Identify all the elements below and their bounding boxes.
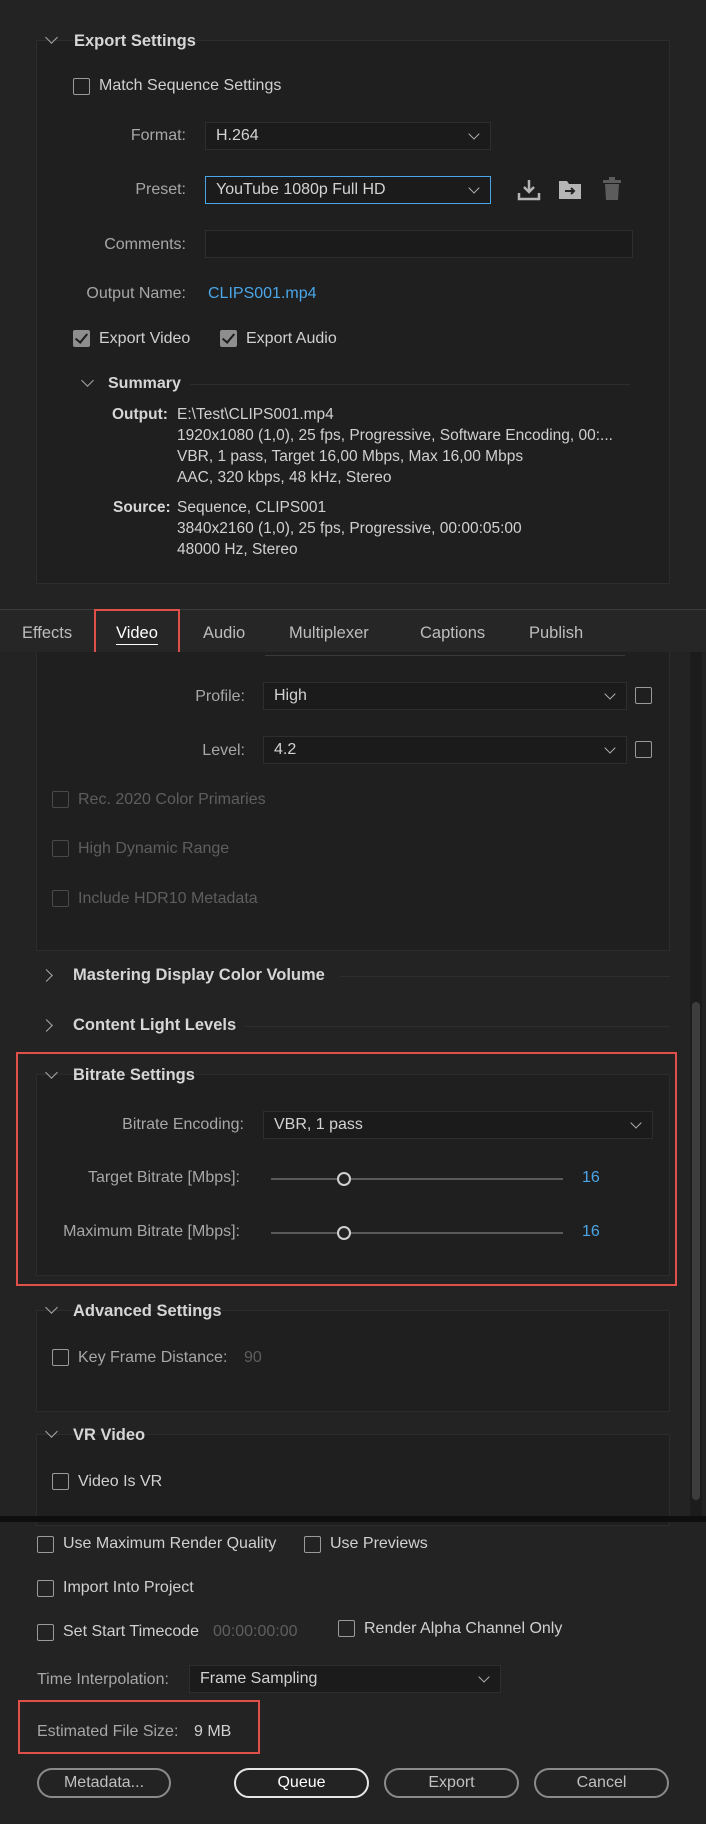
time-interpolation-label: Time Interpolation:	[37, 1671, 169, 1688]
level-value: 4.2	[274, 741, 297, 758]
import-project-label: Import Into Project	[63, 1579, 194, 1596]
content-light-divider	[245, 1026, 670, 1027]
queue-button[interactable]: Queue	[234, 1768, 369, 1798]
export-video-checkbox[interactable]	[73, 330, 90, 347]
alpha-only-label: Render Alpha Channel Only	[364, 1620, 563, 1637]
format-dropdown[interactable]: H.264	[205, 122, 491, 150]
time-interpolation-value: Frame Sampling	[200, 1670, 318, 1687]
export-video-label: Export Video	[99, 330, 191, 347]
video-panel-edge	[265, 655, 625, 656]
mastering-header[interactable]: Mastering Display Color Volume	[73, 966, 325, 985]
level-dropdown[interactable]: 4.2	[263, 736, 627, 764]
file-size-highlight	[18, 1700, 260, 1754]
use-previews-checkbox[interactable]	[304, 1536, 321, 1553]
comments-label: Comments:	[104, 236, 186, 253]
preset-label: Preset:	[135, 181, 186, 198]
match-sequence-checkbox[interactable]	[73, 78, 90, 95]
tab-multiplexer[interactable]: Multiplexer	[289, 624, 369, 643]
video-is-vr-label: Video Is VR	[78, 1473, 163, 1490]
chevron-down-icon	[478, 1671, 490, 1683]
key-frame-label: Key Frame Distance:	[78, 1349, 228, 1366]
chevron-down-icon	[468, 182, 480, 194]
export-settings-header[interactable]: Export Settings	[74, 32, 196, 51]
hdr10-label: Include HDR10 Metadata	[78, 890, 258, 907]
use-previews-label: Use Previews	[330, 1535, 428, 1552]
video-is-vr-checkbox[interactable]	[52, 1473, 69, 1490]
chevron-down-icon	[604, 742, 616, 754]
summary-output-line: AAC, 320 kbps, 48 kHz, Stereo	[177, 469, 392, 486]
preset-value: YouTube 1080p Full HD	[216, 181, 386, 198]
alpha-only-checkbox[interactable]	[338, 1620, 355, 1637]
key-frame-value[interactable]: 90	[244, 1349, 262, 1367]
content-light-chevron-icon[interactable]	[40, 1019, 53, 1032]
max-render-checkbox[interactable]	[37, 1536, 54, 1553]
format-label: Format:	[130, 127, 186, 144]
summary-source-line: Sequence, CLIPS001	[177, 499, 327, 516]
summary-divider	[190, 384, 630, 385]
profile-label: Profile:	[195, 688, 245, 705]
time-interpolation-dropdown[interactable]: Frame Sampling	[189, 1665, 501, 1693]
import-project-checkbox[interactable]	[37, 1580, 54, 1597]
hdr-checkbox	[52, 840, 69, 857]
mastering-chevron-icon[interactable]	[40, 969, 53, 982]
max-render-label: Use Maximum Render Quality	[63, 1535, 277, 1552]
start-timecode-label: Set Start Timecode	[63, 1623, 200, 1640]
format-value: H.264	[216, 127, 259, 144]
match-sequence-label: Match Sequence Settings	[99, 77, 282, 94]
profile-dropdown[interactable]: High	[263, 682, 627, 710]
summary-source-line: 48000 Hz, Stereo	[177, 541, 298, 558]
summary-output-line: 1920x1080 (1,0), 25 fps, Progressive, So…	[177, 427, 613, 444]
cancel-button[interactable]: Cancel	[534, 1768, 669, 1798]
summary-output-line: VBR, 1 pass, Target 16,00 Mbps, Max 16,0…	[177, 448, 524, 465]
start-timecode-checkbox[interactable]	[37, 1624, 54, 1641]
content-light-header[interactable]: Content Light Levels	[73, 1016, 236, 1035]
summary-source-line: 3840x2160 (1,0), 25 fps, Progressive, 00…	[177, 520, 522, 537]
summary-output-line: E:\Test\CLIPS001.mp4	[177, 406, 334, 423]
advanced-header[interactable]: Advanced Settings	[73, 1302, 222, 1321]
output-name-link[interactable]: CLIPS001.mp4	[208, 285, 317, 303]
chevron-down-icon	[604, 688, 616, 700]
scrollbar-thumb[interactable]	[692, 1002, 700, 1500]
export-audio-checkbox[interactable]	[220, 330, 237, 347]
level-label: Level:	[202, 742, 245, 759]
tab-publish[interactable]: Publish	[529, 624, 583, 643]
bitrate-highlight	[16, 1052, 677, 1286]
summary-header[interactable]: Summary	[108, 375, 181, 393]
summary-output-label: Output:	[112, 406, 168, 423]
tab-captions[interactable]: Captions	[420, 624, 485, 643]
import-preset-icon[interactable]	[516, 178, 542, 202]
level-match-checkbox[interactable]	[635, 741, 652, 758]
comments-input[interactable]	[205, 230, 633, 258]
rec2020-label: Rec. 2020 Color Primaries	[78, 791, 266, 808]
tab-audio[interactable]: Audio	[203, 624, 245, 643]
vr-header[interactable]: VR Video	[73, 1426, 145, 1445]
rec2020-checkbox	[52, 791, 69, 808]
save-preset-icon[interactable]	[556, 178, 584, 202]
chevron-down-icon	[468, 128, 480, 140]
tab-effects[interactable]: Effects	[22, 624, 72, 643]
bottom-divider	[0, 1516, 706, 1522]
start-timecode-value[interactable]: 00:00:00:00	[213, 1623, 298, 1641]
hdr10-checkbox	[52, 890, 69, 907]
summary-source-label: Source:	[113, 499, 171, 516]
profile-value: High	[274, 687, 307, 704]
hdr-label: High Dynamic Range	[78, 840, 230, 857]
output-name-label: Output Name:	[86, 285, 186, 302]
mastering-divider	[340, 976, 670, 977]
export-audio-label: Export Audio	[246, 330, 337, 347]
delete-preset-icon[interactable]	[600, 176, 624, 202]
export-button[interactable]: Export	[384, 1768, 519, 1798]
profile-match-checkbox[interactable]	[635, 687, 652, 704]
key-frame-checkbox[interactable]	[52, 1349, 69, 1366]
preset-dropdown[interactable]: YouTube 1080p Full HD	[205, 176, 491, 204]
metadata-button[interactable]: Metadata...	[37, 1768, 171, 1798]
